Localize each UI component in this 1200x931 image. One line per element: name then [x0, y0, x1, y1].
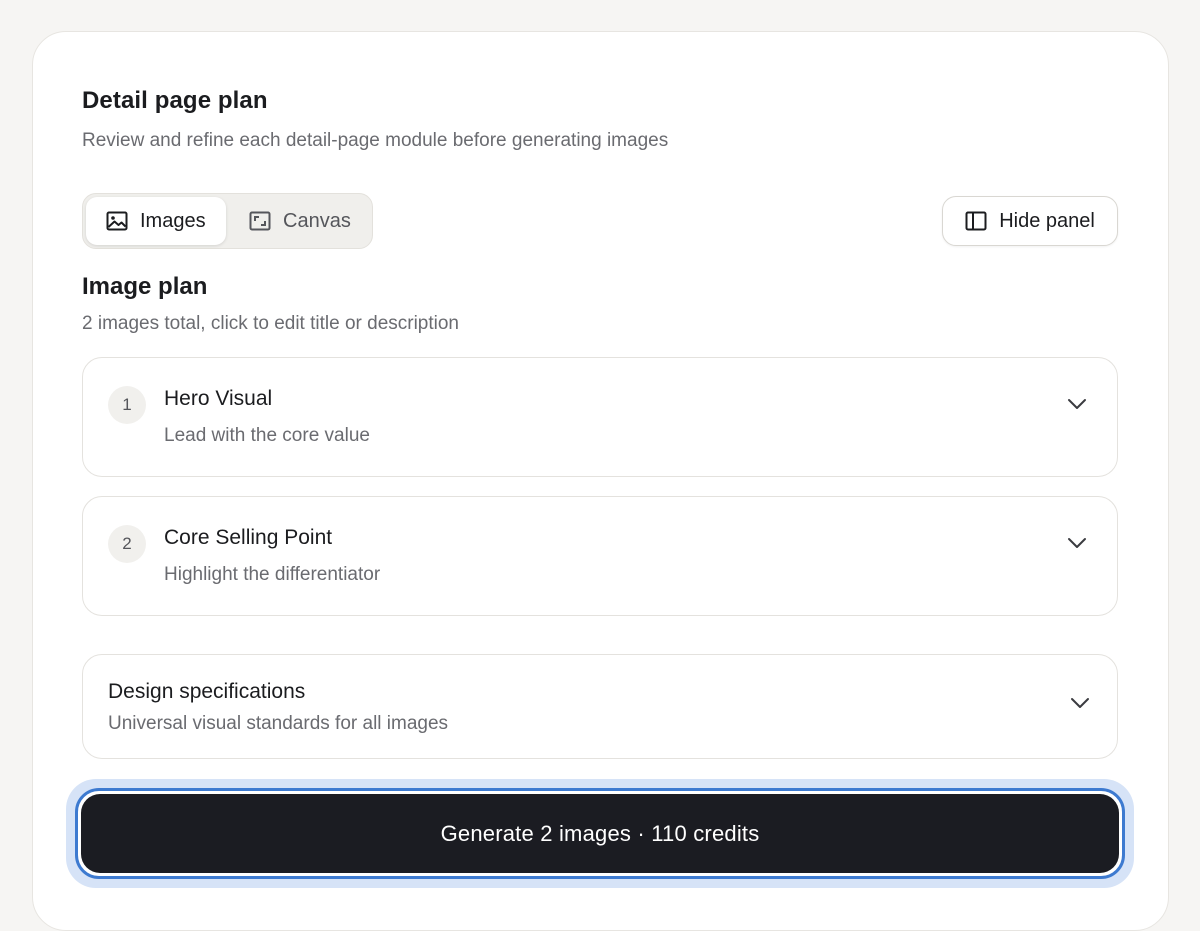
design-specs-title: Design specifications — [108, 680, 306, 703]
hide-panel-button[interactable]: Hide panel — [942, 196, 1118, 246]
image-plan-item-2[interactable]: 2 Core Selling Point Highlight the diffe… — [82, 496, 1118, 616]
canvas-icon — [249, 211, 271, 231]
item-title[interactable]: Hero Visual — [164, 387, 272, 411]
tab-images-label: Images — [140, 209, 206, 232]
item-description[interactable]: Lead with the core value — [164, 425, 370, 447]
item-number-badge: 2 — [108, 525, 146, 563]
view-toggle: Images Canvas — [82, 193, 373, 249]
item-number-badge: 1 — [108, 386, 146, 424]
image-icon — [106, 211, 128, 231]
item-description[interactable]: Highlight the differentiator — [164, 564, 380, 586]
sidebar-panel-icon — [965, 211, 987, 231]
page-subtitle: Review and refine each detail-page modul… — [82, 130, 669, 151]
chevron-down-icon[interactable] — [1070, 697, 1090, 709]
hide-panel-label: Hide panel — [999, 209, 1095, 232]
generate-images-label: Generate 2 images · 110 credits — [81, 794, 1119, 873]
tab-canvas-label: Canvas — [283, 209, 351, 232]
chevron-down-icon[interactable] — [1067, 398, 1087, 410]
design-specs-description: Universal visual standards for all image… — [108, 713, 449, 734]
image-plan-item-1[interactable]: 1 Hero Visual Lead with the core value — [82, 357, 1118, 477]
generate-images-button[interactable]: Generate 2 images · 110 credits — [75, 788, 1125, 879]
image-plan-subtitle: 2 images total, click to edit title or d… — [82, 313, 460, 334]
design-specifications-section[interactable]: Design specifications Universal visual s… — [82, 654, 1118, 759]
tab-canvas[interactable]: Canvas — [229, 197, 369, 245]
page-title: Detail page plan — [82, 87, 268, 114]
image-plan-title: Image plan — [82, 273, 208, 300]
item-title[interactable]: Core Selling Point — [164, 526, 332, 550]
chevron-down-icon[interactable] — [1067, 537, 1087, 549]
tab-images[interactable]: Images — [86, 197, 226, 245]
